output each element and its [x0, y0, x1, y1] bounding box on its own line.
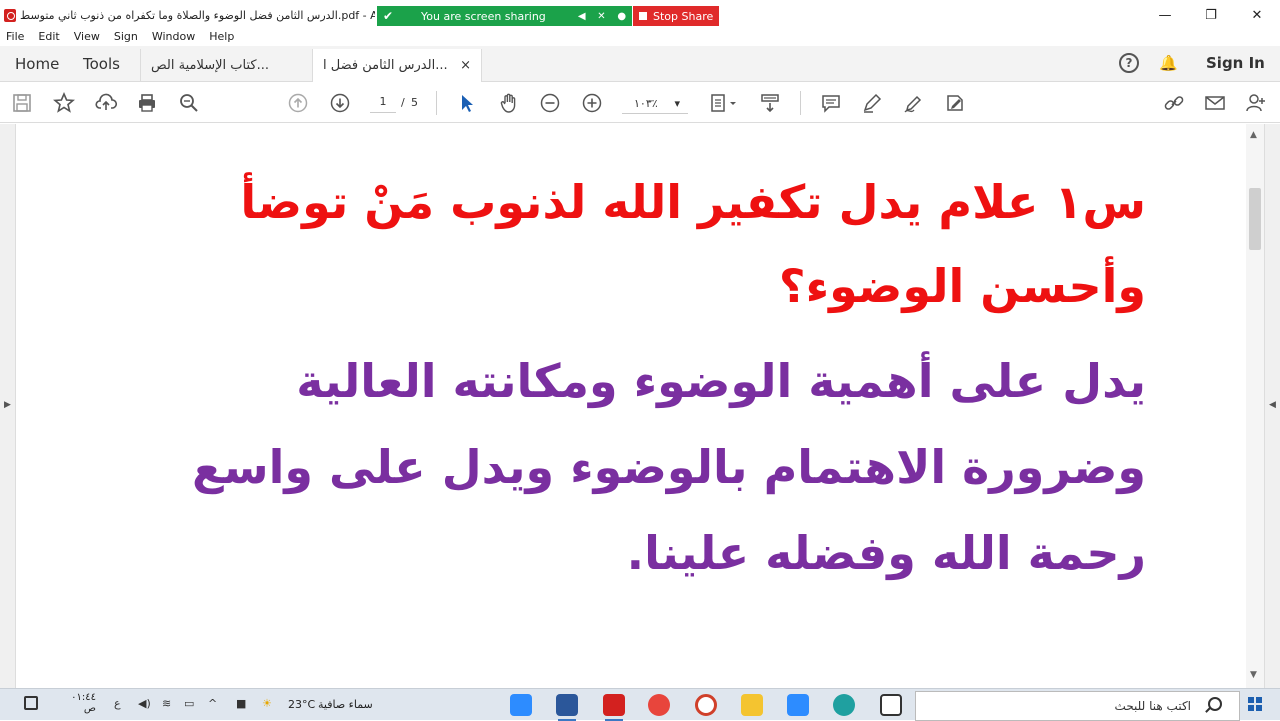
- question-text: س١ علام يدل تكفير الله لذنوب مَنْ توضأ و…: [240, 175, 1146, 313]
- tools-link[interactable]: Tools: [83, 55, 120, 73]
- scroll-down-icon[interactable]: ▼: [1250, 670, 1257, 680]
- zoom-in-icon[interactable]: [580, 91, 604, 115]
- edge-app-icon[interactable]: [833, 694, 855, 716]
- email-icon[interactable]: [1203, 91, 1227, 115]
- app-tray-icon[interactable]: ■: [236, 697, 246, 710]
- sign-pen-icon[interactable]: [901, 91, 925, 115]
- next-page-icon[interactable]: [328, 91, 352, 115]
- zoom-search-icon[interactable]: [177, 91, 201, 115]
- chevron-up-icon[interactable]: ^: [208, 697, 217, 710]
- notifications-icon[interactable]: [24, 696, 38, 710]
- tab-bar: Home Tools كتاب الإسلامية الص... الدرس ا…: [0, 46, 1280, 82]
- language-indicator[interactable]: ع: [114, 697, 121, 710]
- close-button[interactable]: ✕: [1234, 0, 1280, 30]
- clock[interactable]: ٠١:٤٤ ص: [56, 692, 96, 714]
- menu-view[interactable]: View: [74, 28, 100, 46]
- toolbar: 1 / 5 ١٠٣٪ ▾: [0, 83, 1280, 123]
- tab-label: الدرس الثامن فضل ا...: [323, 58, 448, 73]
- help-icon[interactable]: ?: [1119, 53, 1139, 73]
- record-app-icon[interactable]: [695, 694, 717, 716]
- upload-cloud-icon[interactable]: [94, 91, 118, 115]
- document-tab[interactable]: كتاب الإسلامية الص...: [140, 49, 312, 82]
- temperature[interactable]: 23°C: [288, 698, 315, 711]
- restore-button[interactable]: ❐: [1188, 0, 1234, 30]
- zoom-meeting-icon[interactable]: [787, 694, 809, 716]
- fit-page-icon[interactable]: [708, 91, 742, 115]
- volume-icon[interactable]: ◀): [138, 697, 151, 710]
- link-icon[interactable]: [1162, 91, 1186, 115]
- menu-help[interactable]: Help: [209, 28, 234, 46]
- shield-icon: ●: [617, 10, 627, 22]
- taskbar-search-input[interactable]: اكتب هنا للبحث: [915, 691, 1240, 721]
- bell-icon[interactable]: 🔔: [1159, 54, 1178, 72]
- page-separator: /: [401, 96, 405, 109]
- scrollbar-thumb[interactable]: [1249, 188, 1261, 250]
- page-number-input[interactable]: 1: [370, 95, 396, 113]
- acrobat-app-icon[interactable]: [603, 694, 625, 721]
- pin-icon[interactable]: ✔: [377, 9, 399, 23]
- battery-icon[interactable]: ▭: [184, 697, 194, 710]
- search-icon: [1208, 697, 1222, 711]
- zoom-level-value: ١٠٣٪: [634, 97, 658, 110]
- menu-edit[interactable]: Edit: [38, 28, 59, 46]
- title-bar: الدرس الثامن فضل الوضوء والصلاة وما تكفر…: [0, 0, 1280, 30]
- minimize-button[interactable]: —: [1142, 0, 1188, 30]
- scroll-mode-icon[interactable]: [758, 91, 782, 115]
- comment-icon[interactable]: [819, 91, 843, 115]
- home-link[interactable]: Home: [15, 55, 59, 73]
- chrome-app-icon[interactable]: [648, 694, 670, 716]
- menu-file[interactable]: File: [6, 28, 24, 46]
- highlight-pen-icon[interactable]: [860, 91, 884, 115]
- screen-share-status: You are screen sharing: [421, 9, 546, 23]
- stop-share-label: Stop Share: [653, 9, 714, 23]
- screen-share-banner: ✔ You are screen sharing ◀ ✕ ●: [377, 6, 632, 26]
- vertical-scrollbar[interactable]: ▲ ▼: [1246, 124, 1264, 688]
- hand-tool-icon[interactable]: [497, 91, 521, 115]
- right-pane-toggle[interactable]: ◀: [1264, 124, 1280, 688]
- task-view-icon[interactable]: [880, 694, 902, 716]
- menu-bar: File Edit View Sign Window Help: [0, 28, 1280, 46]
- file-explorer-icon[interactable]: [741, 694, 763, 716]
- mic-off-icon[interactable]: ✕: [597, 11, 605, 22]
- star-icon[interactable]: [52, 91, 76, 115]
- weather-text[interactable]: سماء صافية: [318, 698, 388, 711]
- stop-icon: [639, 12, 647, 20]
- scroll-up-icon[interactable]: ▲: [1250, 130, 1257, 140]
- sign-in-link[interactable]: Sign In: [1206, 54, 1265, 72]
- select-cursor-icon[interactable]: [455, 91, 479, 115]
- window-controls: — ❐ ✕: [1142, 0, 1280, 30]
- print-icon[interactable]: [135, 91, 159, 115]
- zoom-level-select[interactable]: ١٠٣٪ ▾: [622, 94, 688, 114]
- chevron-left-icon: ◀: [1269, 400, 1276, 410]
- fill-sign-icon[interactable]: [943, 91, 967, 115]
- menu-window[interactable]: Window: [152, 28, 195, 46]
- close-tab-icon[interactable]: ×: [460, 58, 471, 73]
- weather-sun-icon: ☀: [262, 697, 272, 710]
- chevron-right-icon: ▶: [4, 400, 11, 410]
- tab-label: كتاب الإسلامية الص...: [151, 58, 270, 73]
- toolbar-divider: [800, 91, 801, 115]
- zoom-out-icon[interactable]: [538, 91, 562, 115]
- acrobat-icon: [4, 9, 16, 22]
- chevron-down-icon: ▾: [674, 97, 680, 110]
- document-tab-active[interactable]: الدرس الثامن فضل ا... ×: [312, 49, 482, 82]
- stop-share-button[interactable]: Stop Share: [633, 6, 719, 26]
- save-icon[interactable]: [10, 91, 34, 115]
- window-title: الدرس الثامن فضل الوضوء والصلاة وما تكفر…: [20, 9, 375, 22]
- word-app-icon[interactable]: [556, 694, 578, 721]
- add-user-icon[interactable]: [1244, 91, 1268, 115]
- left-pane-toggle[interactable]: ▶: [0, 124, 16, 688]
- wifi-icon[interactable]: ≋: [162, 697, 171, 710]
- page-total: 5: [411, 96, 418, 109]
- answer-text: يدل على أهمية الوضوء ومكانته العالية وضر…: [191, 354, 1146, 580]
- previous-page-icon[interactable]: [286, 91, 310, 115]
- zoom-app-icon[interactable]: [510, 694, 532, 716]
- audio-icon[interactable]: ◀: [578, 11, 586, 22]
- menu-sign[interactable]: Sign: [114, 28, 138, 46]
- start-button[interactable]: [1248, 697, 1262, 711]
- toolbar-divider: [436, 91, 437, 115]
- pdf-page-content: س١ علام يدل تكفير الله لذنوب مَنْ توضأ و…: [130, 160, 1146, 596]
- taskbar: ٠١:٤٤ ص ع ◀) ≋ ▭ ^ ■ ☀ 23°C سماء صافية ا…: [0, 688, 1280, 721]
